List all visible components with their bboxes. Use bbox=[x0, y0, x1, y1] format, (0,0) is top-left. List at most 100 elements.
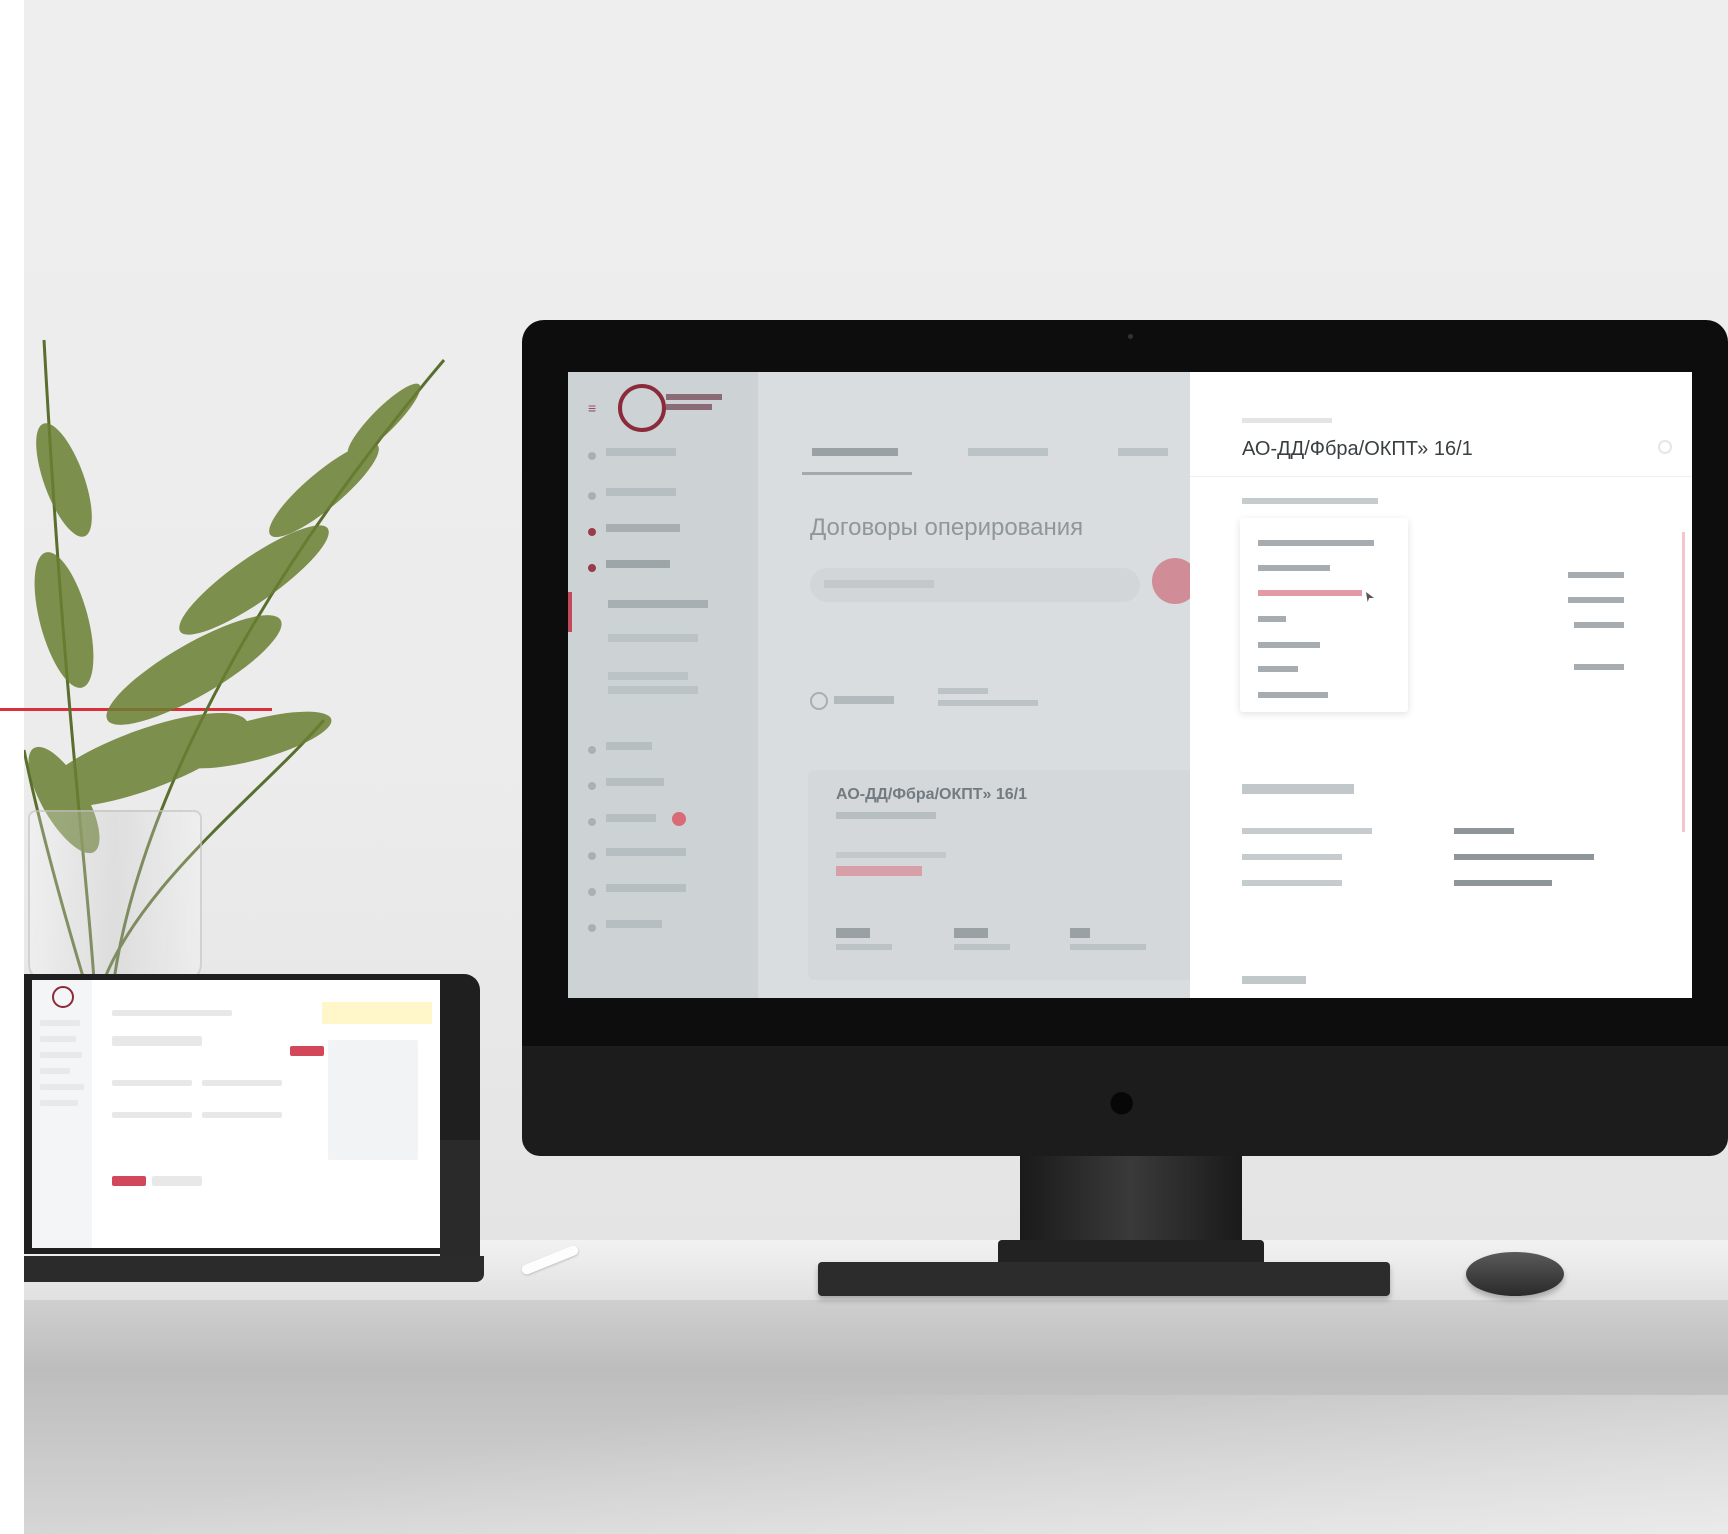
contract-card-amount bbox=[836, 866, 922, 876]
stat-label bbox=[954, 944, 1010, 950]
company-logo-text bbox=[666, 394, 736, 410]
documents-dropdown-toggle[interactable] bbox=[1242, 498, 1378, 504]
submenu-item[interactable] bbox=[608, 672, 688, 680]
tablet-title bbox=[112, 1036, 202, 1046]
stat-label bbox=[836, 944, 892, 950]
glass-vase bbox=[28, 810, 202, 984]
detail-field-label bbox=[1242, 880, 1342, 886]
tablet-action-button bbox=[290, 1046, 324, 1056]
contracts-icon bbox=[588, 564, 596, 572]
stat-label bbox=[1070, 944, 1146, 950]
section-title bbox=[1242, 784, 1354, 794]
tablet-nav-item bbox=[40, 1036, 76, 1042]
stat-value bbox=[954, 928, 988, 938]
tablet-tabs bbox=[112, 1010, 232, 1016]
stat-value bbox=[1070, 928, 1090, 938]
analytics-icon bbox=[588, 492, 596, 500]
sidebar-item[interactable] bbox=[606, 524, 680, 532]
mouse bbox=[1466, 1252, 1564, 1296]
detail-subtitle bbox=[1242, 418, 1332, 423]
dashboard-icon bbox=[588, 452, 596, 460]
dropdown-item[interactable] bbox=[1258, 540, 1374, 546]
detail-title: АО-ДД/Фбра/ОКПТ» 16/1 bbox=[1242, 438, 1473, 460]
tab-second[interactable] bbox=[968, 448, 1048, 456]
sidebar-item[interactable] bbox=[606, 884, 686, 892]
desk-light bbox=[24, 1395, 1728, 1534]
sidebar-item[interactable] bbox=[606, 814, 656, 822]
filter-icon[interactable] bbox=[810, 692, 828, 710]
dropdown-item[interactable] bbox=[1258, 642, 1320, 648]
close-icon[interactable] bbox=[1658, 440, 1672, 454]
stat-value bbox=[836, 928, 870, 938]
detail-field-label bbox=[1242, 854, 1342, 860]
sidebar-item-contracts[interactable] bbox=[606, 560, 670, 568]
tablet-nav-item bbox=[40, 1068, 70, 1074]
filter-label[interactable] bbox=[834, 696, 894, 704]
tablet-nav-item bbox=[40, 1100, 78, 1106]
tablet-cancel-button bbox=[152, 1176, 202, 1186]
sidebar-item[interactable] bbox=[606, 742, 652, 750]
documents-dropdown bbox=[1240, 518, 1408, 712]
date-value bbox=[938, 700, 1038, 706]
hamburger-icon[interactable]: ≡ bbox=[588, 400, 596, 416]
tablet-field bbox=[202, 1112, 282, 1118]
apple-logo-icon: ● bbox=[1106, 1072, 1138, 1130]
tablet-logo-icon bbox=[52, 986, 74, 1008]
sidebar-item[interactable] bbox=[606, 488, 676, 496]
tab-third[interactable] bbox=[1118, 448, 1168, 456]
tablet-nav-item bbox=[40, 1084, 84, 1090]
settings-icon bbox=[588, 852, 596, 860]
detail-field-label bbox=[1242, 828, 1372, 834]
tablet-keyboard bbox=[24, 1256, 484, 1282]
imac-screen: ≡ Договоры оперирования АО-ДД/Фбра/ОКПТ»… bbox=[568, 372, 1692, 998]
dropdown-item[interactable] bbox=[1258, 692, 1328, 698]
amount-value bbox=[1568, 572, 1624, 578]
sidebar-item[interactable] bbox=[606, 920, 662, 928]
notification-badge bbox=[672, 812, 686, 826]
divider bbox=[1190, 476, 1692, 477]
documents-icon bbox=[588, 528, 596, 536]
submenu-item[interactable] bbox=[608, 600, 708, 608]
users-icon bbox=[588, 888, 596, 896]
sidebar-item[interactable] bbox=[606, 448, 676, 456]
detail-field-value bbox=[1454, 880, 1552, 886]
sidebar-item[interactable] bbox=[606, 778, 664, 786]
folder-icon bbox=[588, 746, 596, 754]
dropdown-item[interactable] bbox=[1258, 565, 1330, 571]
amount-value bbox=[1574, 664, 1624, 670]
finance-icon bbox=[588, 782, 596, 790]
tablet-submit-button bbox=[112, 1176, 146, 1186]
tablet-screen bbox=[32, 980, 440, 1248]
detail-field-value bbox=[1454, 828, 1514, 834]
submenu-item[interactable] bbox=[608, 634, 698, 642]
search-placeholder bbox=[824, 580, 934, 588]
active-indicator bbox=[568, 592, 572, 632]
tablet-field bbox=[112, 1112, 192, 1118]
company-logo-icon bbox=[618, 384, 666, 432]
tablet-notice bbox=[322, 1002, 432, 1024]
camera-icon bbox=[1128, 334, 1133, 339]
contract-card-title: АО-ДД/Фбра/ОКПТ» 16/1 bbox=[836, 786, 1027, 803]
tablet-field bbox=[202, 1080, 282, 1086]
date-label bbox=[938, 688, 988, 694]
contract-card-date bbox=[836, 812, 936, 819]
dropdown-item[interactable] bbox=[1258, 666, 1298, 672]
amount-value bbox=[1568, 597, 1624, 603]
sidebar-item[interactable] bbox=[606, 848, 686, 856]
dropdown-item[interactable] bbox=[1258, 616, 1286, 622]
tablet-nav-item bbox=[40, 1052, 82, 1058]
submenu-item[interactable] bbox=[608, 686, 698, 694]
tab-operation[interactable] bbox=[812, 448, 898, 456]
scroll-accent bbox=[1682, 532, 1685, 832]
contract-card-amount-label bbox=[836, 852, 946, 858]
tab-active-underline bbox=[802, 472, 912, 475]
tablet-stand bbox=[440, 1140, 480, 1260]
app-sidebar bbox=[568, 372, 758, 998]
tablet-side-panel bbox=[328, 1040, 418, 1160]
left-margin bbox=[0, 0, 24, 1534]
dropdown-item-active[interactable] bbox=[1258, 590, 1362, 596]
tablet-nav-item bbox=[40, 1020, 80, 1026]
amount-value bbox=[1574, 622, 1624, 628]
tablet-field bbox=[112, 1080, 192, 1086]
signatories-title bbox=[1242, 976, 1306, 984]
